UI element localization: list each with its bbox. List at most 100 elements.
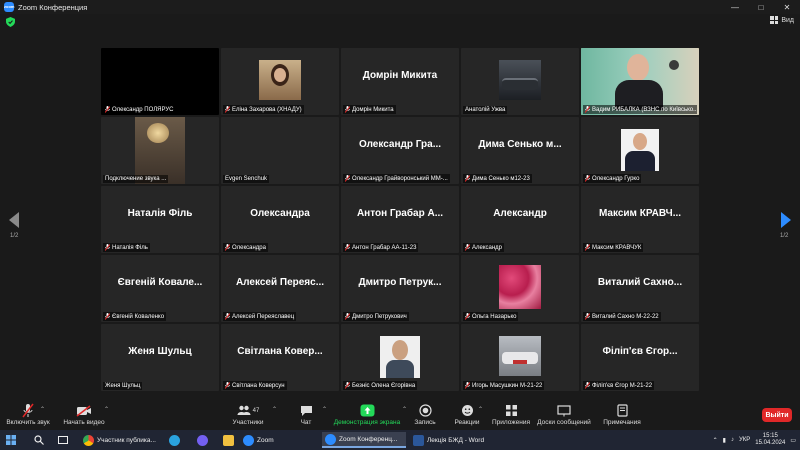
- chat-button[interactable]: Чат: [292, 398, 320, 430]
- page-indicator-left: 1/2: [10, 233, 19, 239]
- participants-button[interactable]: 47 Участники: [228, 398, 268, 430]
- taskbar-item-label: Участник публика...: [97, 436, 156, 444]
- participant-tile[interactable]: Дмитро Петрук... Дмитро Петрукович: [341, 255, 459, 322]
- participant-name: Олександра: [232, 244, 266, 251]
- taskbar-zoom-meeting[interactable]: Zoom Конференц...: [322, 432, 406, 448]
- participant-name-tag: Еліна Захарова (ХНАДУ): [223, 105, 304, 114]
- participant-tile[interactable]: Філіп'єв Єгор... Філіп'єв Єгор М-21-22: [581, 324, 699, 391]
- participant-tile[interactable]: Світлана Ковер... Світлана Коверсун: [221, 324, 339, 391]
- muted-mic-icon: [345, 382, 350, 389]
- leave-meeting-button[interactable]: Выйти: [762, 408, 792, 422]
- muted-mic-icon: [585, 175, 590, 182]
- unmute-button[interactable]: Включить звук: [4, 398, 52, 430]
- participant-name: Игорь Масушкин М-21-22: [472, 382, 543, 389]
- unmute-label: Включить звук: [6, 419, 50, 426]
- participant-name: Антон Грабар АА-11-23: [352, 244, 417, 251]
- maximize-icon[interactable]: □: [748, 0, 774, 14]
- participant-tile[interactable]: Олександр Гра... Олександр Грайворонський…: [341, 117, 459, 184]
- participant-display-name: Дмитро Петрук...: [358, 277, 442, 288]
- taskbar-zoom[interactable]: Zoom: [240, 432, 314, 448]
- muted-mic-icon: [225, 382, 230, 389]
- search-icon[interactable]: [34, 435, 44, 445]
- participant-tile[interactable]: Женя Шульц Женя Шульц: [101, 324, 219, 391]
- participant-tile[interactable]: Домрін Микита Домрін Микита: [341, 48, 459, 115]
- notifications-icon[interactable]: ▭: [790, 437, 796, 444]
- security-shield-icon[interactable]: [6, 17, 15, 27]
- zoom-icon: [243, 434, 254, 446]
- taskbar-chrome[interactable]: Участник публика...: [80, 432, 158, 448]
- participants-count: 47: [252, 407, 260, 414]
- start-video-label: Начать видео: [63, 419, 105, 426]
- next-page-arrow-icon[interactable]: [781, 212, 791, 228]
- participant-tile[interactable]: Подключение звука ...: [101, 117, 219, 184]
- close-icon[interactable]: ✕: [774, 0, 800, 14]
- participant-tile[interactable]: Анатолій Ужва: [461, 48, 579, 115]
- participant-display-name: Женя Шульц: [128, 346, 192, 357]
- participant-tile[interactable]: Игорь Масушкин М-21-22: [461, 324, 579, 391]
- participant-tile[interactable]: Александр Александр: [461, 186, 579, 253]
- viber-icon[interactable]: [197, 435, 208, 446]
- participant-tile[interactable]: Максим КРАВЧ... Максим КРАВЧУК: [581, 186, 699, 253]
- minimize-icon[interactable]: —: [722, 0, 748, 14]
- participant-name: Безніс Олена Єгорівна: [352, 382, 416, 389]
- apps-icon: [505, 405, 517, 416]
- prev-page-arrow-icon[interactable]: [9, 212, 19, 228]
- participant-name: Максим КРАВЧУК: [592, 244, 642, 251]
- taskbar-word[interactable]: Лекція БЖД - Word: [410, 432, 490, 448]
- participant-tile[interactable]: Антон Грабар А... Антон Грабар АА-11-23: [341, 186, 459, 253]
- participant-name: Evgen Senchuk: [225, 176, 268, 182]
- audio-options-caret-icon[interactable]: ⌃: [40, 406, 45, 413]
- reactions-button[interactable]: Реакции: [450, 398, 484, 430]
- participant-tile[interactable]: Дима Сенько м... Дима Сенько м12-23: [461, 117, 579, 184]
- muted-mic-icon: [225, 313, 230, 320]
- chat-caret-icon[interactable]: ⌃: [322, 406, 327, 413]
- participant-tile[interactable]: Олександр ПОЛЯРУС: [101, 48, 219, 115]
- participant-tile[interactable]: Вадим РИБАЛКА (ВЗНС по Київсько...: [581, 48, 699, 115]
- record-button[interactable]: Запись: [410, 398, 440, 430]
- participant-tile[interactable]: Виталий Сахно... Виталий Сахно М-22-22: [581, 255, 699, 322]
- participant-tile[interactable]: Безніс Олена Єгорівна: [341, 324, 459, 391]
- participant-name-tag: Дмитро Петрукович: [343, 312, 409, 321]
- file-explorer-icon[interactable]: [223, 435, 234, 446]
- share-caret-icon[interactable]: ⌃: [402, 406, 407, 413]
- volume-icon[interactable]: ♪: [731, 437, 734, 443]
- participant-display-name: Євгеній Ковале...: [117, 277, 203, 288]
- reactions-smiley-icon: [461, 405, 473, 416]
- task-view-icon[interactable]: [58, 435, 68, 445]
- participants-caret-icon[interactable]: ⌃: [272, 406, 277, 413]
- participant-tile[interactable]: Алексей Переяс... Алексей Переяславец: [221, 255, 339, 322]
- participant-name: Дмитро Петрукович: [352, 313, 407, 320]
- participant-tile[interactable]: Еліна Захарова (ХНАДУ): [221, 48, 339, 115]
- car-photo: [499, 60, 541, 100]
- start-video-button[interactable]: Начать видео: [60, 398, 108, 430]
- participant-name-tag: Дима Сенько м12-23: [463, 174, 532, 183]
- reactions-caret-icon[interactable]: ⌃: [478, 406, 483, 413]
- participant-tile[interactable]: Evgen Senchuk: [221, 117, 339, 184]
- apps-button[interactable]: Приложения: [490, 398, 532, 430]
- word-icon: [413, 434, 424, 446]
- whiteboards-button[interactable]: Доски сообщений: [536, 398, 592, 430]
- video-options-caret-icon[interactable]: ⌃: [104, 406, 109, 413]
- notes-button[interactable]: Примечания: [600, 398, 644, 430]
- participant-tile[interactable]: Євгеній Ковале... Євгеній Коваленко: [101, 255, 219, 322]
- participant-tile[interactable]: Олександра Олександра: [221, 186, 339, 253]
- participant-display-name: Світлана Ковер...: [237, 346, 323, 357]
- network-icon[interactable]: ▮: [723, 437, 726, 444]
- participant-tile[interactable]: Ольга Назарько: [461, 255, 579, 322]
- participants-label: Участники: [232, 419, 264, 426]
- clock[interactable]: 15:15 15.04.2024: [755, 433, 785, 447]
- telegram-icon[interactable]: [169, 435, 180, 446]
- participant-display-name: Домрін Микита: [362, 70, 438, 81]
- apps-label: Приложения: [491, 419, 531, 426]
- participant-tile[interactable]: Наталія Філь Наталія Філь: [101, 186, 219, 253]
- participant-name-tag: Безніс Олена Єгорівна: [343, 381, 418, 390]
- share-screen-button[interactable]: Демонстрация экрана: [332, 398, 402, 430]
- participant-tile[interactable]: Олександр Гурко: [581, 117, 699, 184]
- taskbar-item-label: Zoom Конференц...: [339, 435, 398, 443]
- view-button[interactable]: Вид: [770, 16, 794, 24]
- language-indicator[interactable]: УКР: [739, 437, 750, 443]
- tray-chevron-icon[interactable]: ⌃: [713, 437, 718, 444]
- windows-start-icon[interactable]: [6, 435, 16, 445]
- participant-name: Вадим РИБАЛКА (ВЗНС по Київсько...: [592, 106, 697, 113]
- participant-name: Алексей Переяславец: [232, 313, 295, 320]
